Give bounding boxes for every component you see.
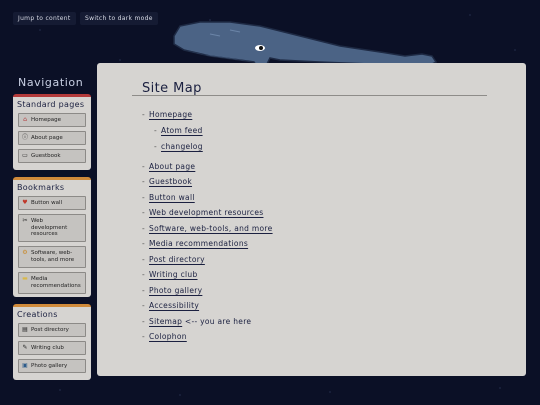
- bookmarks-heading: Bookmarks: [17, 183, 65, 192]
- creations-heading: Creations: [17, 310, 58, 319]
- skip-to-content-button[interactable]: Jump to content: [13, 12, 76, 25]
- folder-icon: ▬: [22, 275, 28, 282]
- gear-icon: ⚙: [22, 249, 28, 256]
- tools-icon: ✂: [22, 217, 28, 224]
- list-bullet: -: [142, 255, 146, 264]
- nav-item-label: Photo gallery: [31, 362, 68, 369]
- colophon-link[interactable]: Colophon: [149, 332, 187, 341]
- sitemap-entry: - Homepage: [142, 110, 192, 119]
- software-tools-link[interactable]: Software, web-tools, and more: [149, 224, 273, 233]
- photo-icon: ▣: [22, 362, 28, 369]
- list-bullet: -: [142, 224, 146, 233]
- web-dev-resources-link[interactable]: Web development resources: [149, 208, 263, 217]
- nav-item-label: Software, web-tools, and more: [31, 250, 75, 263]
- sitemap-entry: - Button wall: [142, 193, 195, 202]
- homepage-link[interactable]: Homepage: [149, 110, 192, 119]
- title-divider: [132, 95, 487, 96]
- sitemap-entry: - Atom feed: [154, 126, 203, 135]
- sitemap-entry: - Media recommendations: [142, 239, 248, 248]
- list-bullet: -: [142, 332, 146, 341]
- post-directory-link[interactable]: Post directory: [149, 255, 205, 264]
- nav-item-label: About page: [31, 134, 63, 141]
- list-bullet: -: [154, 126, 158, 135]
- list-bullet: -: [142, 193, 146, 202]
- nav-item-label: Web development resources: [31, 218, 68, 237]
- standard-pages-heading: Standard pages: [17, 100, 85, 109]
- nav-item-label: Button wall: [31, 199, 63, 206]
- nav-writing-club-button[interactable]: ✎ Writing club: [18, 341, 86, 355]
- guestbook-link[interactable]: Guestbook: [149, 177, 192, 186]
- sitemap-entry: - changelog: [154, 142, 203, 151]
- list-bullet: -: [142, 208, 146, 217]
- sitemap-entry: - Sitemap <-- you are here: [142, 317, 251, 326]
- sitemap-link[interactable]: Sitemap: [149, 317, 182, 326]
- sitemap-entry: - About page: [142, 162, 195, 171]
- bookmarks-box: Bookmarks ♥ Button wall ✂ Web developmen…: [13, 177, 91, 297]
- list-bullet: -: [142, 162, 146, 171]
- sitemap-entry: - Writing club: [142, 270, 198, 279]
- list-bullet: -: [142, 301, 146, 310]
- nav-homepage-button[interactable]: ⌂ Homepage: [18, 113, 86, 127]
- sitemap-entry: - Software, web-tools, and more: [142, 224, 273, 233]
- nav-item-label: Media recommendations: [31, 276, 81, 289]
- nav-guestbook-button[interactable]: ▭ Guestbook: [18, 149, 86, 163]
- nav-button-wall-button[interactable]: ♥ Button wall: [18, 196, 86, 210]
- current-page-note: <-- you are here: [184, 317, 252, 326]
- nav-item-label: Post directory: [31, 326, 69, 333]
- main-content-panel: Site Map - Homepage - Atom feed - changelog…: [97, 63, 526, 376]
- sitemap-entry: - Post directory: [142, 255, 205, 264]
- writing-club-link[interactable]: Writing club: [149, 270, 198, 279]
- pencil-icon: ✎: [22, 344, 28, 351]
- creations-box: Creations ▤ Post directory ✎ Writing clu…: [13, 304, 91, 380]
- nav-post-directory-button[interactable]: ▤ Post directory: [18, 323, 86, 337]
- notebook-icon: ▤: [22, 326, 28, 333]
- list-bullet: -: [154, 142, 158, 151]
- button-wall-link[interactable]: Button wall: [149, 193, 195, 202]
- list-bullet: -: [142, 286, 146, 295]
- dark-mode-toggle-button[interactable]: Switch to dark mode: [80, 12, 158, 25]
- house-icon: ⌂: [23, 116, 27, 123]
- nav-item-label: Writing club: [31, 344, 64, 351]
- standard-pages-box: Standard pages ⌂ Homepage ⓘ About page ▭…: [13, 94, 91, 170]
- list-bullet: -: [142, 110, 146, 119]
- changelog-link[interactable]: changelog: [161, 142, 203, 151]
- sitemap-entry: - Photo gallery: [142, 286, 202, 295]
- nav-item-label: Guestbook: [31, 152, 61, 159]
- sitemap-entry: - Colophon: [142, 332, 187, 341]
- sitemap-entry: - Web development resources: [142, 208, 263, 217]
- list-bullet: -: [142, 317, 146, 326]
- heart-icon: ♥: [22, 199, 28, 206]
- atom-feed-link[interactable]: Atom feed: [161, 126, 203, 135]
- nav-software-tools-button[interactable]: ⚙ Software, web-tools, and more: [18, 246, 86, 268]
- accessibility-link[interactable]: Accessibility: [149, 301, 199, 310]
- info-icon: ⓘ: [22, 134, 29, 141]
- list-bullet: -: [142, 177, 146, 186]
- sitemap-entry: - Accessibility: [142, 301, 199, 310]
- nav-media-recommendations-button[interactable]: ▬ Media recommendations: [18, 272, 86, 294]
- sitemap-entry: - Guestbook: [142, 177, 192, 186]
- page-title: Site Map: [142, 81, 202, 96]
- nav-web-dev-resources-button[interactable]: ✂ Web development resources: [18, 214, 86, 242]
- nav-item-label: Homepage: [31, 116, 61, 123]
- photo-gallery-link[interactable]: Photo gallery: [149, 286, 202, 295]
- book-icon: ▭: [22, 152, 28, 159]
- about-page-link[interactable]: About page: [149, 162, 195, 171]
- navigation-heading: Navigation: [18, 76, 84, 89]
- list-bullet: -: [142, 239, 146, 248]
- list-bullet: -: [142, 270, 146, 279]
- nav-photo-gallery-button[interactable]: ▣ Photo gallery: [18, 359, 86, 373]
- nav-about-button[interactable]: ⓘ About page: [18, 131, 86, 145]
- media-recommendations-link[interactable]: Media recommendations: [149, 239, 248, 248]
